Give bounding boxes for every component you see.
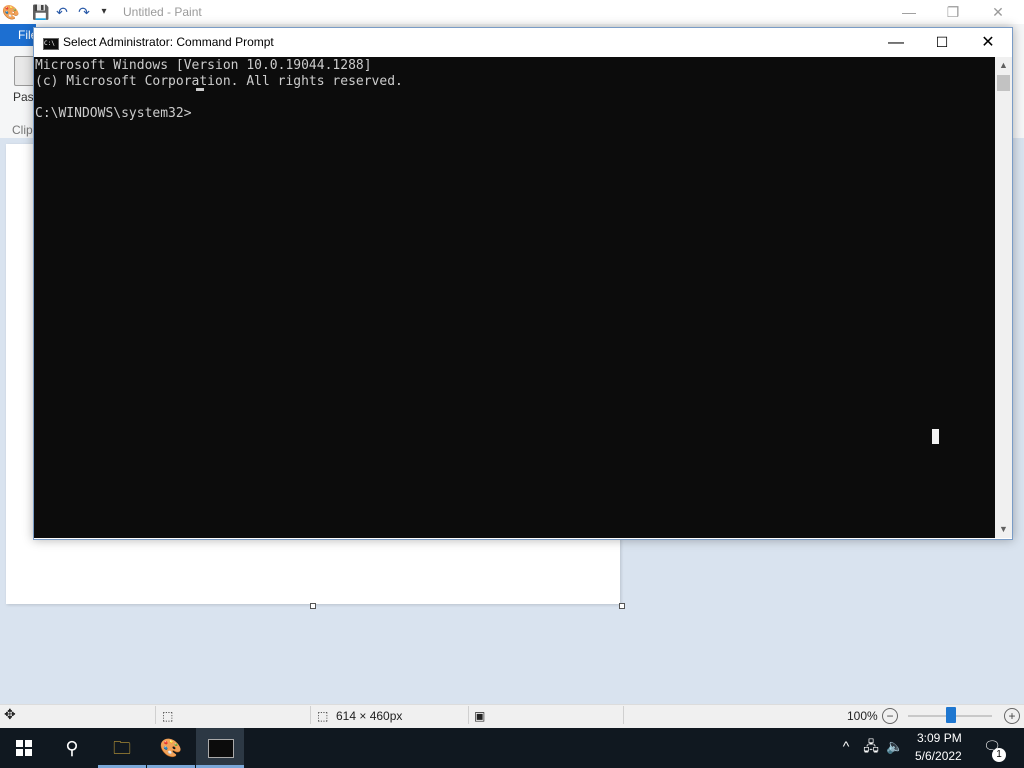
save-icon[interactable]: 💾 bbox=[32, 4, 49, 20]
cursor-position-icon: ✥ bbox=[4, 706, 16, 722]
command-prompt-taskbar-button[interactable] bbox=[196, 728, 244, 768]
status-divider bbox=[623, 706, 624, 724]
cmd-maximize-button[interactable]: ☐ bbox=[919, 28, 965, 57]
console-line: Microsoft Windows [Version 10.0.19044.12… bbox=[35, 58, 372, 73]
undo-icon[interactable]: ↶ bbox=[54, 4, 70, 20]
command-prompt-line[interactable]: C:\WINDOWS\system32> bbox=[35, 106, 192, 122]
zoom-in-button[interactable]: + bbox=[1004, 708, 1020, 724]
notification-count-badge: 1 bbox=[992, 748, 1006, 762]
zoom-out-button[interactable]: − bbox=[882, 708, 898, 724]
console-line: (c) Microsoft Corporation. All rights re… bbox=[35, 74, 403, 89]
show-hidden-icons-icon[interactable]: ^ bbox=[836, 736, 856, 756]
cmd-close-button[interactable]: ✕ bbox=[965, 28, 1011, 57]
scrollbar-thumb[interactable] bbox=[997, 75, 1010, 91]
clock-date[interactable]: 5/6/2022 bbox=[915, 749, 962, 763]
console-output[interactable]: Microsoft Windows [Version 10.0.19044.12… bbox=[34, 57, 995, 538]
command-prompt-window[interactable]: C:\ Select Administrator: Command Prompt… bbox=[33, 27, 1013, 540]
canvas-resize-handle-bottom[interactable] bbox=[310, 603, 316, 609]
volume-icon[interactable]: 🔈 bbox=[885, 736, 905, 756]
paint-app-icon[interactable]: 🎨 bbox=[2, 4, 19, 20]
selection-size-icon: ⬚ bbox=[162, 709, 174, 723]
file-size-icon: ▣ bbox=[474, 709, 486, 723]
canvas-resize-handle-corner[interactable] bbox=[619, 603, 625, 609]
status-divider bbox=[155, 706, 156, 724]
command-prompt-taskbar-icon bbox=[208, 739, 234, 758]
text-cursor bbox=[196, 88, 204, 91]
status-divider bbox=[310, 706, 311, 724]
paint-minimize-button[interactable]: — bbox=[887, 2, 931, 22]
paint-close-button[interactable]: ✕ bbox=[976, 2, 1020, 22]
vertical-scrollbar[interactable] bbox=[995, 57, 1012, 538]
zoom-slider-thumb[interactable] bbox=[946, 707, 956, 723]
customize-toolbar-icon[interactable]: ▾ bbox=[96, 4, 112, 20]
canvas-dimensions: 614 × 460px bbox=[336, 709, 403, 723]
paint-window-title: Untitled - Paint bbox=[123, 5, 202, 19]
cmd-minimize-button[interactable]: — bbox=[873, 28, 919, 57]
redo-icon[interactable]: ↷ bbox=[76, 4, 92, 20]
cmd-window-icon: C:\ bbox=[43, 38, 59, 50]
search-icon[interactable]: ⚲ bbox=[48, 728, 96, 768]
scroll-up-arrow-icon[interactable]: ▲ bbox=[995, 57, 1012, 73]
paint-restore-button[interactable]: ❐ bbox=[931, 2, 975, 22]
canvas-size-icon: ⬚ bbox=[317, 709, 329, 723]
paint-taskbar-icon[interactable]: 🎨 bbox=[147, 728, 195, 768]
start-button[interactable] bbox=[0, 728, 48, 768]
zoom-level: 100% bbox=[847, 709, 878, 723]
cmd-window-title: Select Administrator: Command Prompt bbox=[63, 35, 274, 49]
mouse-text-cursor bbox=[932, 429, 939, 444]
file-explorer-icon[interactable]: 🗀 bbox=[98, 728, 146, 768]
scroll-down-arrow-icon[interactable]: ▼ bbox=[995, 521, 1012, 537]
status-divider bbox=[468, 706, 469, 724]
file-tab[interactable]: File bbox=[0, 24, 36, 46]
windows-logo-icon bbox=[16, 740, 32, 756]
clock-time[interactable]: 3:09 PM bbox=[917, 731, 962, 745]
network-icon[interactable]: 🖧 bbox=[861, 736, 881, 756]
